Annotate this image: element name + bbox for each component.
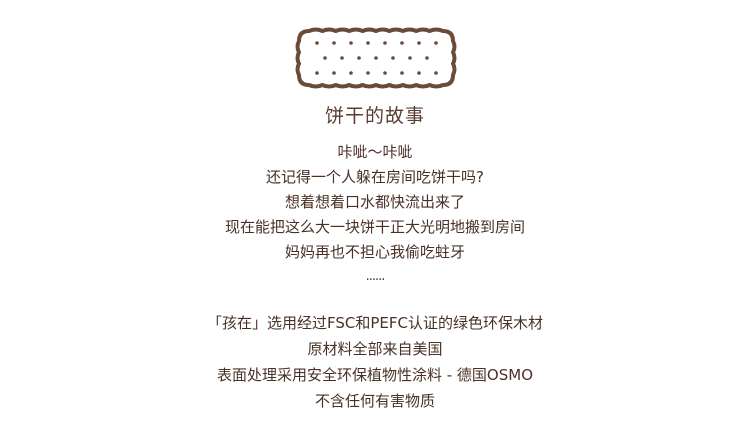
biscuit-dot [349,41,353,45]
biscuit-dot [400,41,404,45]
biscuit-dot [349,71,353,75]
story-line-5: 妈妈再也不担心我偷吃蛀牙 [284,243,465,261]
biscuit-dot [400,71,404,75]
material-line-4: 不含任何有害物质 [314,392,435,410]
story-line-4: 现在能把这么大一块饼干正大光明地搬到房间 [224,218,525,236]
biscuit-dot [417,41,421,45]
biscuit-dot [417,71,421,75]
story-line-3: 想着想着口水都快流出来了 [284,193,465,211]
biscuit-dot [315,71,319,75]
biscuit-dot [434,71,438,75]
story-line-1: 咔呲～咔呲 [337,143,413,161]
biscuit-dot [315,41,319,45]
biscuit-dot [340,56,344,60]
biscuit-dot [408,56,412,60]
biscuit-dot [323,56,327,60]
material-line-3: 表面处理采用安全环保植物性涂料 - 德国OSMO [216,366,534,384]
story-line-2: 还记得一个人躲在房间吃饼干吗? [266,168,484,186]
biscuit-dot [391,56,395,60]
material-line-1: 「孩在」选用经过FSC和PEFC认证的绿色环保木材 [207,314,543,332]
biscuit-dot [357,56,361,60]
biscuit-dot [366,41,370,45]
story-ellipsis: ...... [365,269,386,284]
biscuit-dot [332,41,336,45]
biscuit-dot [434,41,438,45]
biscuit-dot [383,71,387,75]
biscuit-dot [383,41,387,45]
biscuit-dot [366,71,370,75]
biscuit-icon [295,27,457,89]
biscuit-dot [332,71,336,75]
biscuit-dot [374,56,378,60]
biscuit-dot [425,56,429,60]
material-line-2: 原材料全部来自美国 [307,340,443,358]
story-title: 饼干的故事 [324,105,425,127]
biscuit-story-section: 饼干的故事 咔呲～咔呲 还记得一个人躲在房间吃饼干吗? 想着想着口水都快流出来了… [0,0,750,423]
